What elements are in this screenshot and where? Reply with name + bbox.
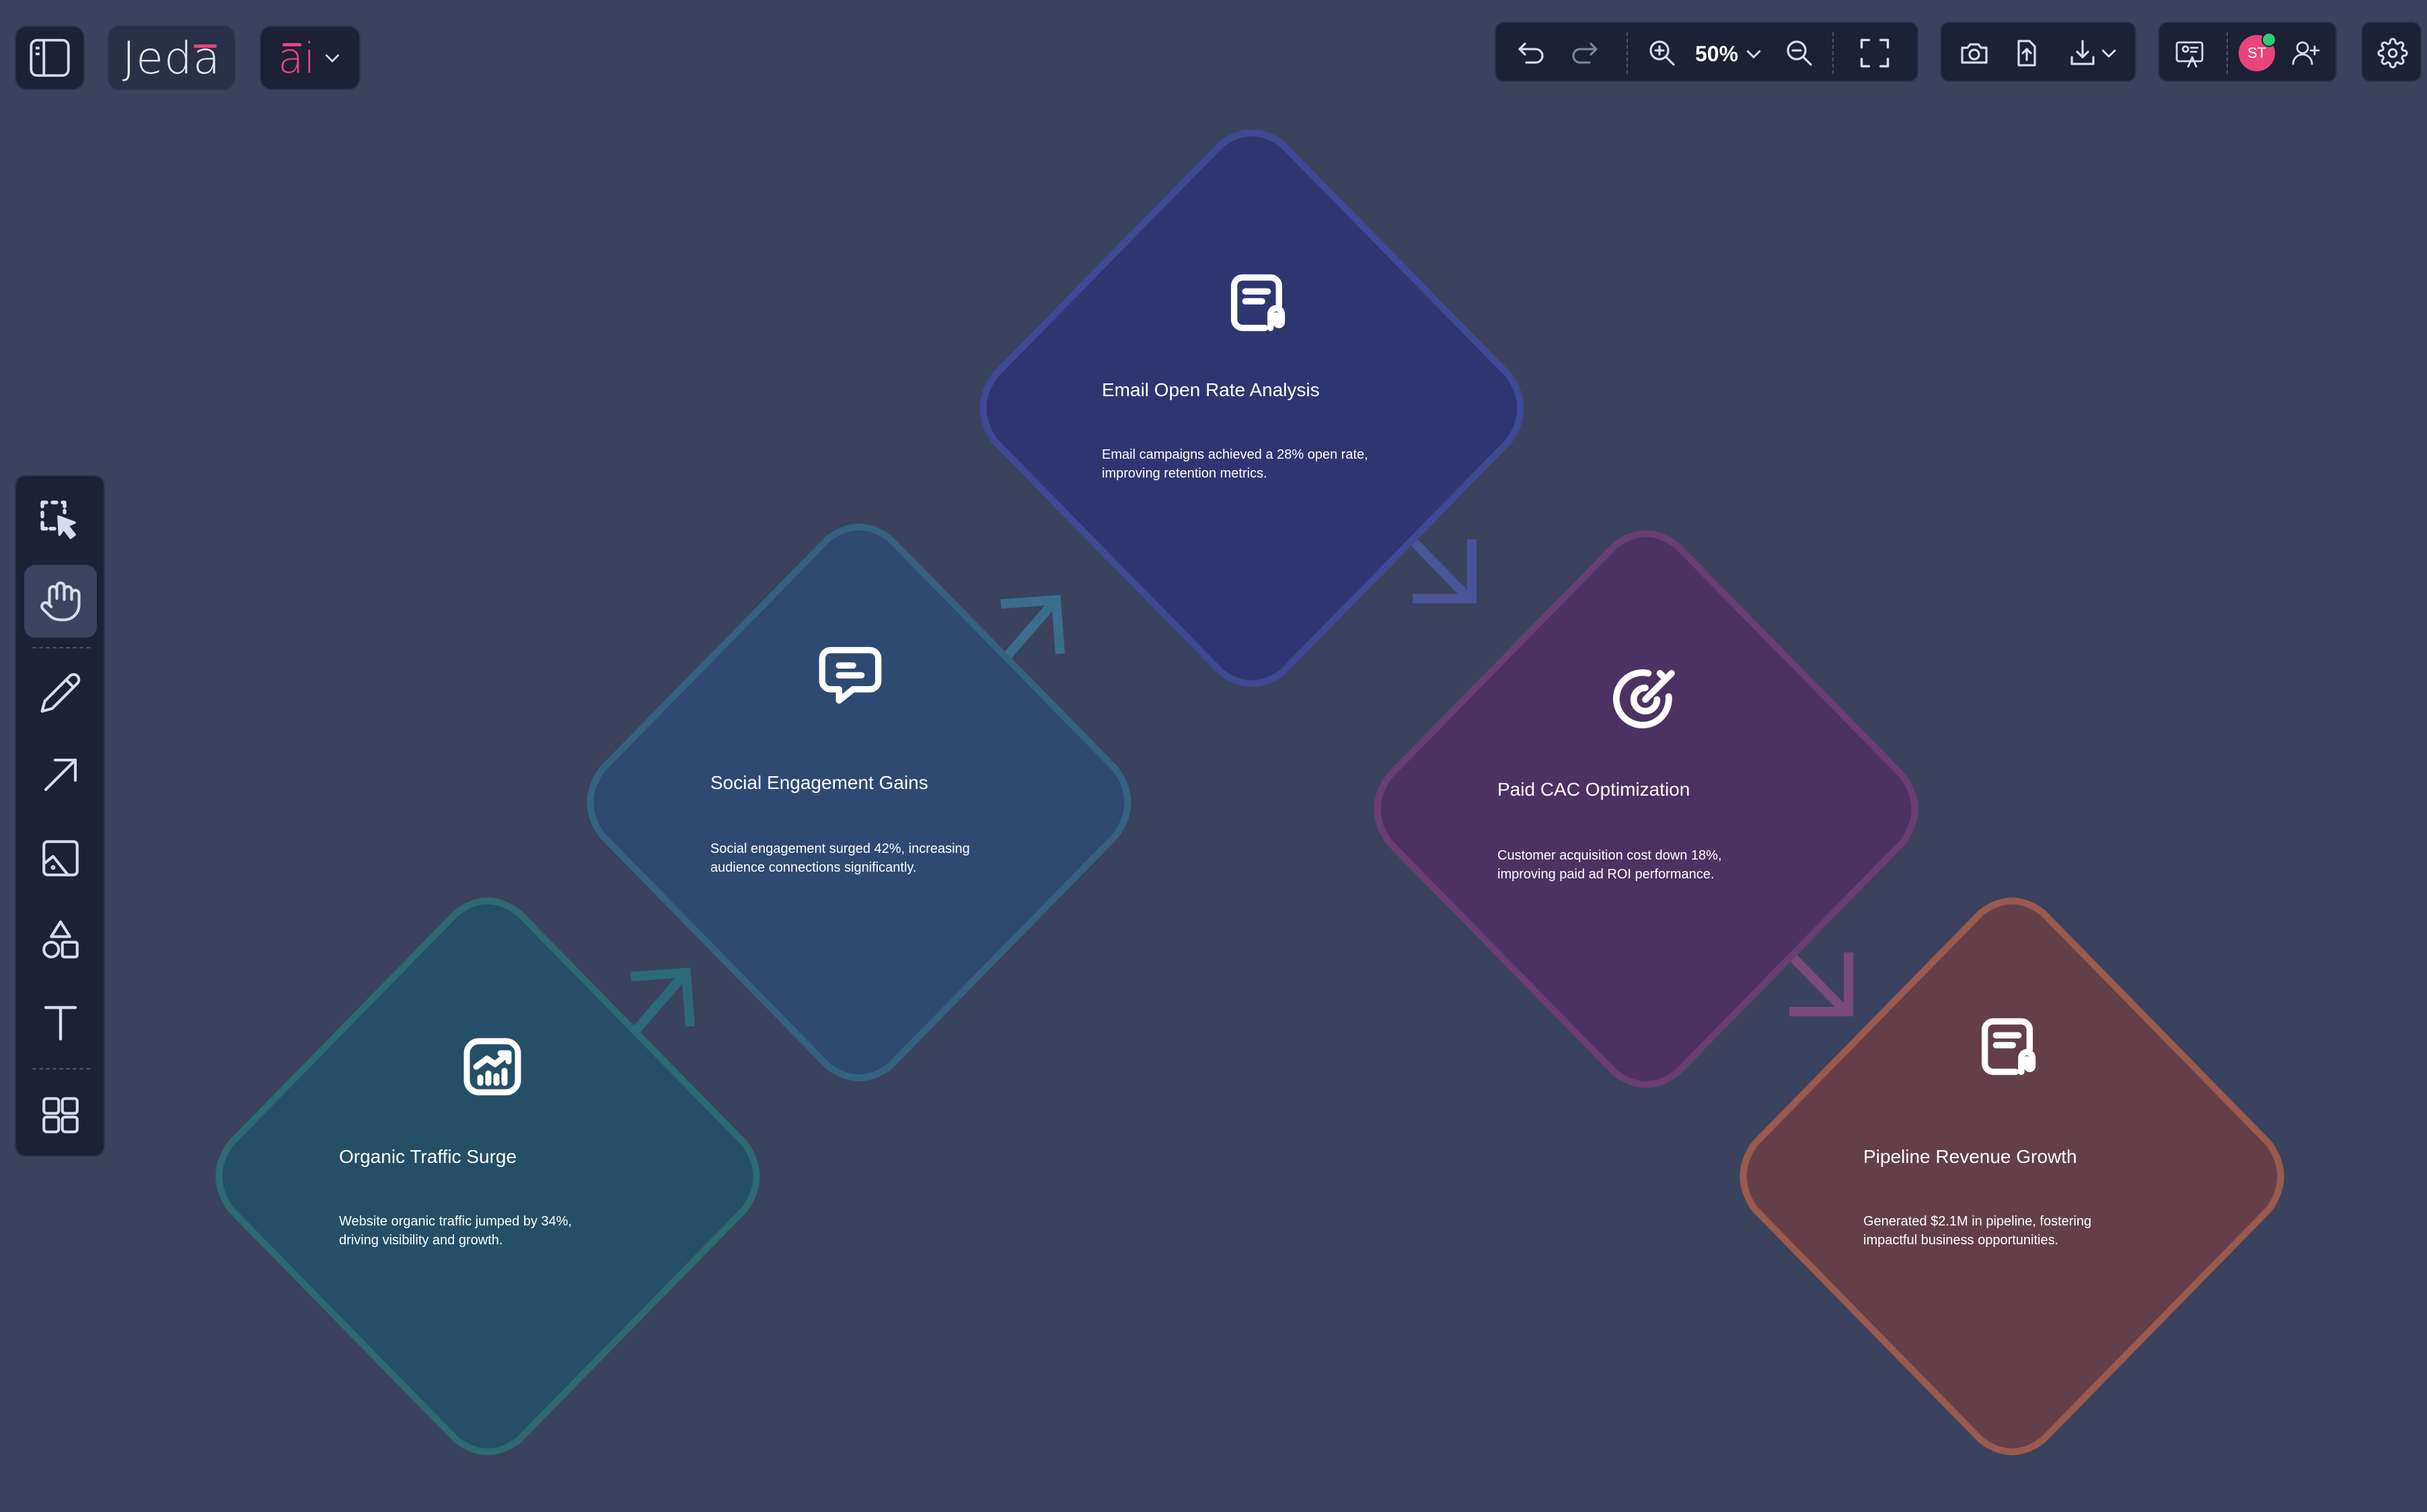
camera-icon	[1961, 43, 1988, 64]
zoom-out-button[interactable]	[1777, 31, 1822, 75]
redo-icon	[1572, 42, 1598, 64]
present-icon	[2175, 41, 2204, 68]
sidebar-toggle-button[interactable]	[15, 26, 85, 90]
avatar[interactable]: ST	[2239, 32, 2276, 71]
shapes-icon	[42, 920, 79, 958]
chart-icon	[460, 1034, 525, 1102]
tool-rail	[15, 475, 105, 1157]
zoom-out-icon	[1787, 40, 1812, 66]
target-icon	[1610, 665, 1680, 738]
desc-line: improving retention metrics.	[1102, 466, 1267, 481]
node-desc: Website organic traffic jumped by 34%, d…	[339, 1212, 572, 1250]
arrow-icon	[44, 758, 77, 792]
text-tool[interactable]	[24, 986, 97, 1059]
image-icon	[42, 840, 79, 876]
desc-line: driving visibility and growth.	[339, 1233, 503, 1248]
node-desc: Generated $2.1M in pipeline, fostering i…	[1863, 1212, 2091, 1250]
arrow-tool[interactable]	[24, 739, 97, 811]
undo-icon	[1518, 42, 1544, 64]
desc-line: audience connections significantly.	[710, 860, 917, 875]
sidebar-panel-icon	[30, 38, 70, 77]
undo-button[interactable]	[1509, 31, 1554, 75]
zoom-in-button[interactable]	[1640, 31, 1684, 75]
shapes-tool[interactable]	[24, 904, 97, 977]
ai-accent-bar	[283, 43, 301, 46]
fit-screen-icon	[1860, 38, 1890, 68]
node-title: Pipeline Revenue Growth	[1863, 1146, 2077, 1167]
settings-icon-wrap	[2370, 31, 2415, 75]
node-title: Social Engagement Gains	[710, 772, 928, 793]
select-tool[interactable]	[24, 484, 97, 557]
gear-icon	[2377, 38, 2408, 69]
node-title: Paid CAC Optimization	[1497, 779, 1690, 800]
fit-screen-button[interactable]	[1853, 31, 1897, 75]
logo-accent-bar	[194, 44, 217, 48]
desc-line: improving paid ad ROI performance.	[1497, 867, 1715, 882]
node-pipeline-revenue[interactable]: Pipeline Revenue Growth Generated $2.1M …	[1734, 897, 2290, 1456]
ai-menu-button[interactable]: ai	[260, 26, 361, 90]
node-title: Email Open Rate Analysis	[1102, 379, 1320, 400]
desc-line: Website organic traffic jumped by 34%,	[339, 1214, 572, 1229]
collaboration-toolbar: ST	[2158, 22, 2337, 82]
ai-label: ai	[278, 33, 315, 83]
pencil-icon	[40, 673, 81, 713]
chevron-down-icon	[325, 54, 339, 63]
desc-line: Social engagement surged 42%, increasing	[710, 841, 970, 856]
export-toolbar	[1940, 22, 2136, 82]
download-dropdown-button[interactable]	[2056, 31, 2130, 75]
zoom-in-icon	[1649, 40, 1675, 66]
diamond-shape	[1740, 897, 2284, 1456]
node-title: Organic Traffic Surge	[339, 1146, 517, 1167]
desc-line: Generated $2.1M in pipeline, fostering	[1863, 1214, 2092, 1229]
document-icon	[1974, 1013, 2041, 1084]
grid-icon	[42, 1097, 79, 1133]
share-button[interactable]	[2005, 31, 2049, 75]
hand-icon	[40, 581, 81, 621]
desc-line: Customer acquisition cost down 18%,	[1497, 848, 1722, 863]
screenshot-button[interactable]	[1952, 31, 1996, 75]
marquee-select-icon	[40, 500, 76, 539]
history-zoom-toolbar: 50%	[1495, 22, 1918, 82]
download-icon	[2070, 40, 2095, 65]
node-desc: Social engagement surged 42%, increasing…	[710, 839, 970, 877]
desc-line: impactful business opportunities.	[1863, 1233, 2059, 1248]
online-status-dot	[2262, 32, 2276, 47]
chevron-down-icon	[2101, 49, 2116, 58]
node-desc: Customer acquisition cost down 18%, impr…	[1497, 846, 1722, 884]
avatar-initials: ST	[2247, 44, 2267, 61]
text-icon	[44, 1006, 77, 1041]
invite-user-button[interactable]	[2283, 31, 2327, 75]
document-icon	[1223, 269, 1290, 340]
hand-tool[interactable]	[24, 565, 97, 638]
share-icon	[2017, 40, 2036, 67]
image-tool[interactable]	[24, 822, 97, 895]
settings-button[interactable]	[2361, 22, 2422, 82]
zoom-level-dropdown[interactable]: 50%	[1695, 35, 1764, 73]
logo-text: Jeda	[122, 32, 221, 84]
desc-line: Email campaigns achieved a 28% open rate…	[1102, 447, 1368, 462]
templates-tool[interactable]	[24, 1079, 97, 1151]
node-desc: Email campaigns achieved a 28% open rate…	[1102, 445, 1368, 483]
redo-button[interactable]	[1562, 31, 1606, 75]
logo[interactable]: Jeda	[108, 26, 235, 90]
zoom-level-value: 50%	[1695, 41, 1739, 66]
add-user-icon	[2292, 41, 2320, 65]
present-button[interactable]	[2167, 31, 2212, 75]
chevron-down-icon	[1746, 50, 1761, 59]
pen-tool[interactable]	[24, 656, 97, 729]
chat-icon	[817, 642, 884, 712]
